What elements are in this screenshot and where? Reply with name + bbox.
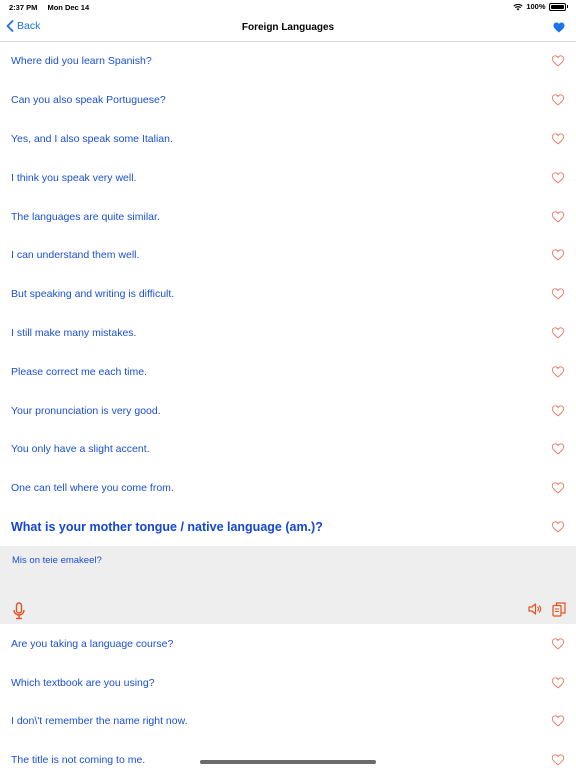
wifi-icon xyxy=(513,3,523,10)
phrase-row[interactable]: I can understand them well. xyxy=(0,236,576,275)
heart-outline-icon[interactable] xyxy=(551,482,565,494)
battery-tip xyxy=(566,5,568,8)
phrase-text: But speaking and writing is difficult. xyxy=(11,288,175,301)
heart-outline-icon[interactable] xyxy=(551,754,565,766)
heart-outline-icon[interactable] xyxy=(551,288,565,300)
translation-text: Mis on teie emakeel? xyxy=(12,555,102,567)
heart-outline-icon[interactable] xyxy=(551,676,565,689)
heart-outline-icon[interactable] xyxy=(551,366,565,378)
heart-outline-icon[interactable] xyxy=(551,443,565,455)
heart-outline-icon[interactable] xyxy=(551,404,565,417)
heart-outline-icon[interactable] xyxy=(551,133,565,145)
phrase-text: Please correct me each time. xyxy=(11,365,147,378)
speaker-icon[interactable] xyxy=(528,603,542,615)
heart-outline-icon[interactable] xyxy=(551,249,565,261)
heart-outline-icon[interactable] xyxy=(551,327,565,339)
phrase-text: I can understand them well. xyxy=(11,249,140,262)
phrase-row[interactable]: Which textbook are you using? xyxy=(0,663,576,702)
phrase-row[interactable]: One can tell where you come from. xyxy=(0,469,576,508)
phrase-row[interactable]: Are you taking a language course? xyxy=(0,624,576,663)
selected-phrase-text: What is your mother tongue / native lang… xyxy=(11,519,323,534)
heart-outline-icon[interactable] xyxy=(551,55,565,67)
battery-icon xyxy=(548,2,566,11)
phrase-text: Can you also speak Portuguese? xyxy=(11,94,166,107)
status-bar: 2:37 PM Mon Dec 14 100% xyxy=(0,0,576,14)
phrase-row[interactable]: Yes, and I also speak some Italian. xyxy=(0,120,576,159)
translation-panel: Mis on teie emakeel? xyxy=(0,546,576,625)
phrase-list: Where did you learn Spanish? Can you also… xyxy=(0,42,576,780)
phrase-row[interactable]: Where did you learn Spanish? xyxy=(0,42,576,81)
status-date: Mon Dec 14 xyxy=(47,3,90,12)
phrase-text: I still make many mistakes. xyxy=(11,326,137,339)
phrase-text: The languages are quite similar. xyxy=(11,210,160,223)
phrase-row[interactable]: You only have a slight accent. xyxy=(0,430,576,469)
home-indicator xyxy=(200,760,376,764)
phrase-text: Where did you learn Spanish? xyxy=(11,55,152,68)
heart-filled-icon[interactable] xyxy=(553,22,565,33)
phrase-row[interactable]: I think you speak very well. xyxy=(0,158,576,197)
phrase-text: The title is not coming to me. xyxy=(11,754,146,767)
microphone-icon[interactable] xyxy=(13,602,25,620)
phrase-row[interactable]: I don\'t remember the name right now. xyxy=(0,702,576,741)
phrase-row[interactable]: Can you also speak Portuguese? xyxy=(0,81,576,120)
phrase-text: Yes, and I also speak some Italian. xyxy=(11,132,173,145)
page-title: Foreign Languages xyxy=(241,22,335,33)
heart-outline-icon[interactable] xyxy=(551,638,565,650)
phrase-text: Which textbook are you using? xyxy=(11,676,155,689)
phrase-row[interactable]: Please correct me each time. xyxy=(0,352,576,391)
phrase-text: Are you taking a language course? xyxy=(11,637,174,650)
phrase-text: I don\'t remember the name right now. xyxy=(11,715,188,728)
heart-outline-icon[interactable] xyxy=(551,172,565,184)
battery-percentage: 100% xyxy=(526,2,546,11)
heart-outline-icon[interactable] xyxy=(551,521,565,533)
phrase-text: Your pronunciation is very good. xyxy=(11,404,161,417)
selected-phrase-row[interactable]: What is your mother tongue / native lang… xyxy=(0,508,576,547)
phrase-row[interactable]: But speaking and writing is difficult. xyxy=(0,275,576,314)
heart-outline-icon[interactable] xyxy=(551,94,565,106)
phrase-text: I think you speak very well. xyxy=(11,171,137,184)
phrase-row[interactable]: I still make many mistakes. xyxy=(0,314,576,353)
status-time: 2:37 PM xyxy=(9,3,38,12)
copy-icon[interactable] xyxy=(552,602,566,617)
phrase-text: You only have a slight accent. xyxy=(11,443,150,456)
navigation-bar: Back Foreign Languages xyxy=(0,14,576,42)
phrase-text: One can tell where you come from. xyxy=(11,482,174,495)
heart-outline-icon[interactable] xyxy=(551,715,565,727)
heart-outline-icon[interactable] xyxy=(551,210,565,223)
phrase-row[interactable]: Your pronunciation is very good. xyxy=(0,391,576,430)
phrase-row[interactable]: The languages are quite similar. xyxy=(0,197,576,236)
